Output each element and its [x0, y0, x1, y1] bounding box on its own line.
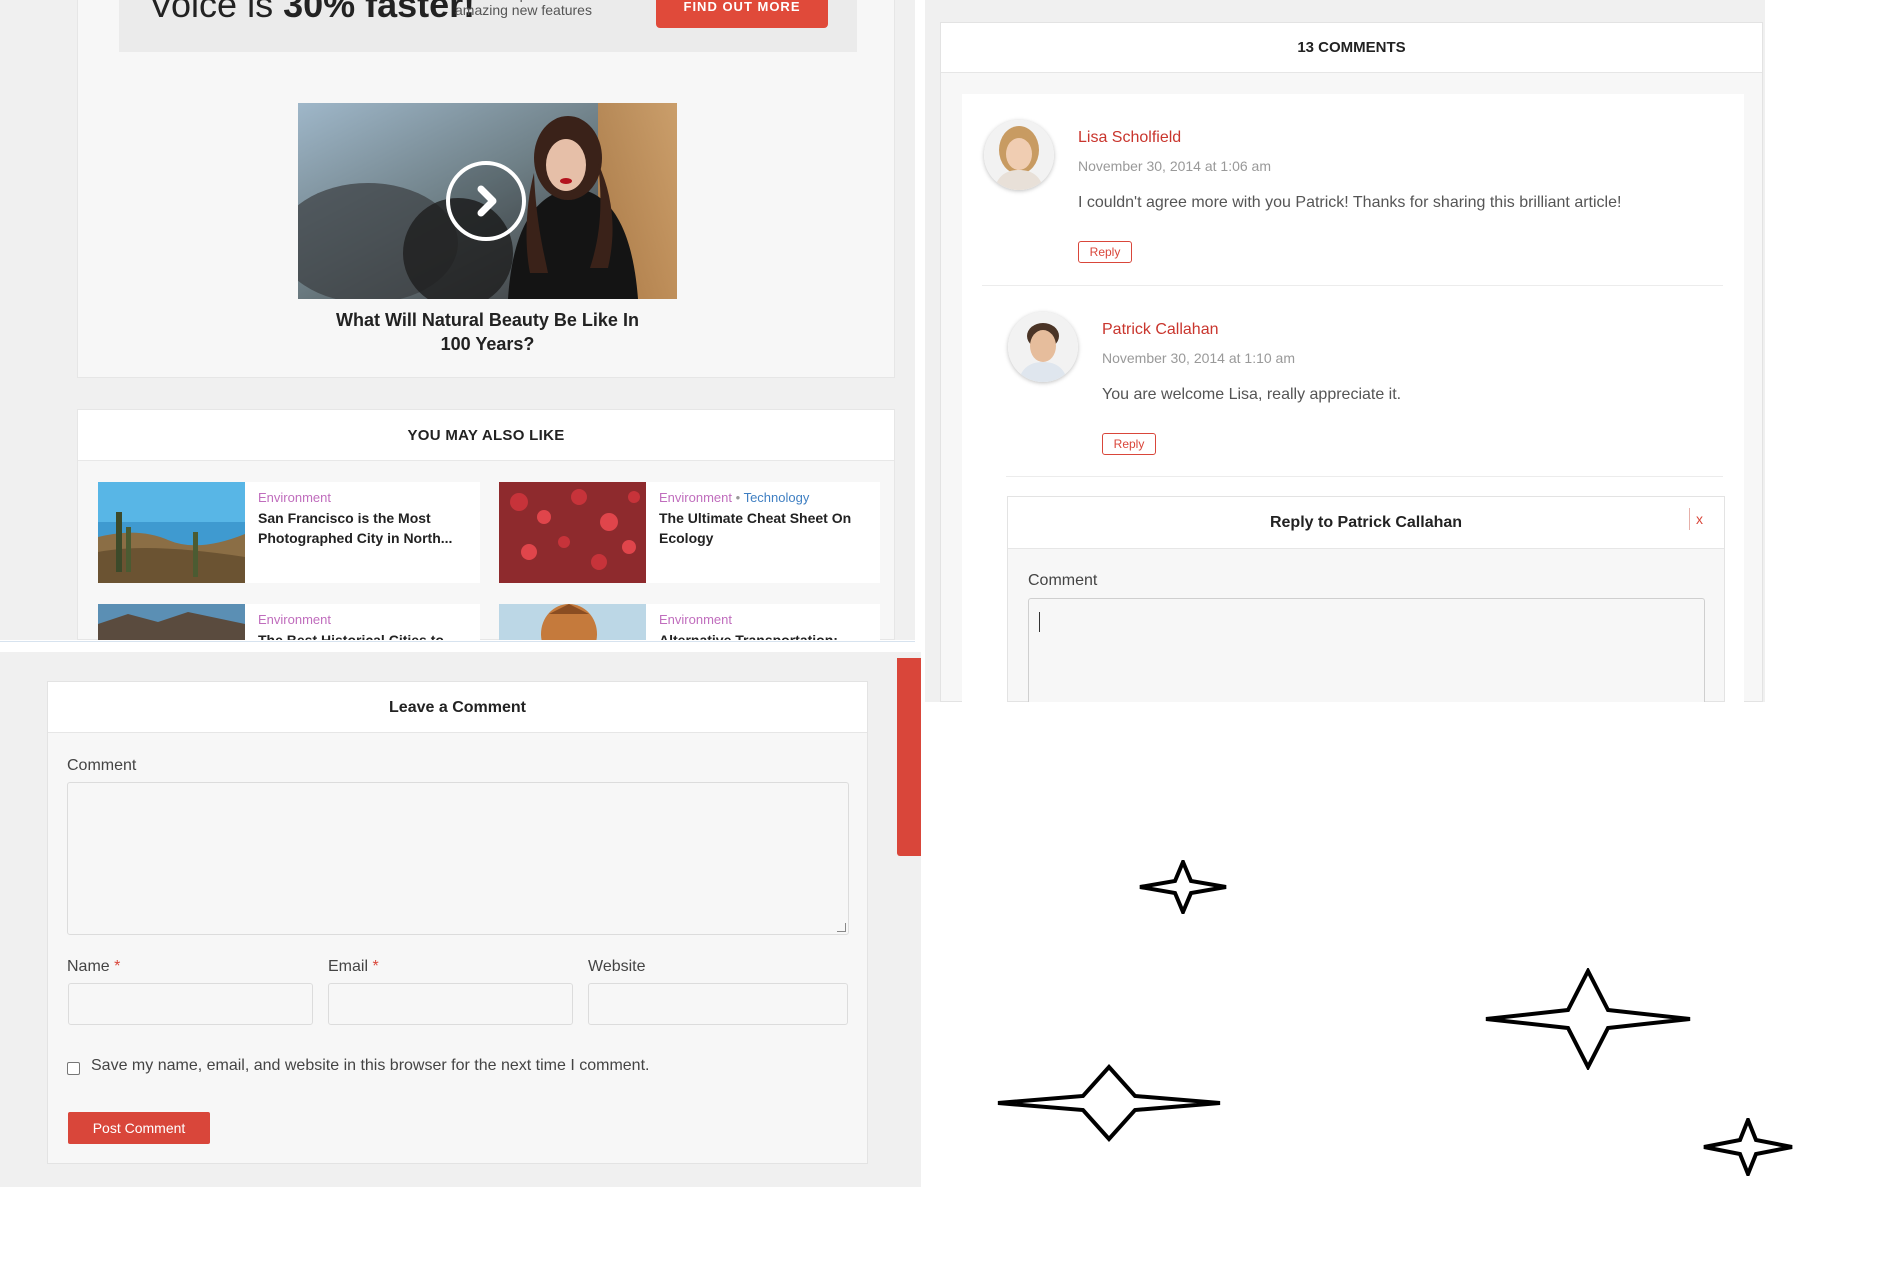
comment-date[interactable]: November 30, 2014 at 1:06 am — [1078, 158, 1271, 174]
save-info-checkbox[interactable] — [67, 1062, 80, 1075]
comment-text: You are welcome Lisa, really appreciate … — [1102, 386, 1402, 403]
play-circle-icon[interactable] — [448, 163, 524, 239]
leave-comment-heading: Leave a Comment — [48, 682, 867, 733]
email-label: Email * — [328, 958, 379, 975]
comment-label: Comment — [67, 757, 137, 774]
featured-post-title[interactable]: What Will Natural Beauty Be Like In 100 … — [330, 308, 645, 356]
related-post-card[interactable]: Environment San Francisco is the Most Ph… — [98, 482, 480, 583]
sparkle-star-icon — [1485, 968, 1691, 1070]
related-post-title[interactable]: The Ultimate Cheat Sheet On Ecology — [659, 508, 869, 548]
promo-subtext: And more powerful with amazing new featu… — [455, 0, 601, 18]
related-post-category[interactable]: Environment — [258, 490, 331, 505]
comments-heading: 13 COMMENTS — [941, 23, 1762, 73]
comment-separator — [982, 285, 1723, 286]
sparkle-star-icon — [1139, 860, 1227, 914]
you-may-also-like-heading: YOU MAY ALSO LIKE — [78, 410, 894, 461]
website-input[interactable] — [588, 983, 848, 1025]
name-label: Name * — [67, 958, 121, 975]
reply-comment-label: Comment — [1028, 572, 1098, 589]
related-post-category[interactable]: Environment — [659, 612, 732, 627]
related-post-title[interactable]: The Best Historical Cities to — [258, 630, 468, 640]
post-comment-button[interactable]: Post Comment — [68, 1112, 210, 1144]
featured-post-image[interactable] — [298, 103, 677, 299]
cancel-reply-button[interactable]: x — [1689, 508, 1709, 530]
related-post-thumbnail[interactable] — [499, 604, 646, 640]
save-info-label[interactable]: Save my name, email, and website in this… — [91, 1057, 649, 1075]
website-label: Website — [588, 958, 646, 975]
comment-author[interactable]: Patrick Callahan — [1102, 321, 1219, 339]
related-post-thumbnail[interactable] — [499, 482, 646, 583]
comment-textarea[interactable] — [67, 782, 849, 935]
related-post-thumbnail[interactable] — [98, 604, 245, 640]
email-input[interactable] — [328, 983, 573, 1025]
sparkle-star-icon — [1703, 1118, 1793, 1176]
promo-headline: Voice is 30% faster! — [149, 0, 476, 25]
name-input[interactable] — [68, 983, 313, 1025]
text-caret — [1039, 612, 1040, 632]
avatar[interactable] — [1008, 312, 1078, 382]
resize-handle-icon[interactable] — [837, 923, 846, 932]
find-out-more-button[interactable]: FIND OUT MORE — [656, 0, 828, 28]
related-post-category-technology: Technology — [743, 490, 810, 505]
comment-date[interactable]: November 30, 2014 at 1:10 am — [1102, 350, 1295, 366]
comment-text: I couldn't agree more with you Patrick! … — [1078, 194, 1622, 211]
reply-button[interactable]: Reply — [1078, 241, 1132, 263]
reply-comment-textarea[interactable] — [1028, 598, 1705, 702]
reply-form-heading: Reply to Patrick Callahan — [1008, 497, 1724, 549]
related-post-card[interactable]: Environment • Technology The Ultimate Ch… — [499, 482, 880, 583]
comment-separator — [1006, 476, 1723, 477]
related-post-category[interactable]: Environment • Technology — [659, 490, 809, 505]
sparkle-star-icon — [997, 1064, 1221, 1142]
section-divider — [0, 641, 915, 652]
related-post-card[interactable]: Environment The Best Historical Cities t… — [98, 604, 480, 640]
related-post-thumbnail[interactable] — [98, 482, 245, 583]
related-post-card[interactable]: Environment Alternative Transportation: — [499, 604, 880, 640]
related-post-title[interactable]: San Francisco is the Most Photographed C… — [258, 508, 468, 548]
avatar[interactable] — [984, 120, 1054, 190]
comment-author[interactable]: Lisa Scholfield — [1078, 129, 1181, 147]
reply-button[interactable]: Reply — [1102, 433, 1156, 455]
related-post-title[interactable]: Alternative Transportation: — [659, 630, 869, 640]
scroll-indicator-bar[interactable] — [897, 658, 921, 856]
related-post-category[interactable]: Environment — [258, 612, 331, 627]
promo-banner: Voice is 30% faster! And more powerful w… — [119, 0, 857, 52]
